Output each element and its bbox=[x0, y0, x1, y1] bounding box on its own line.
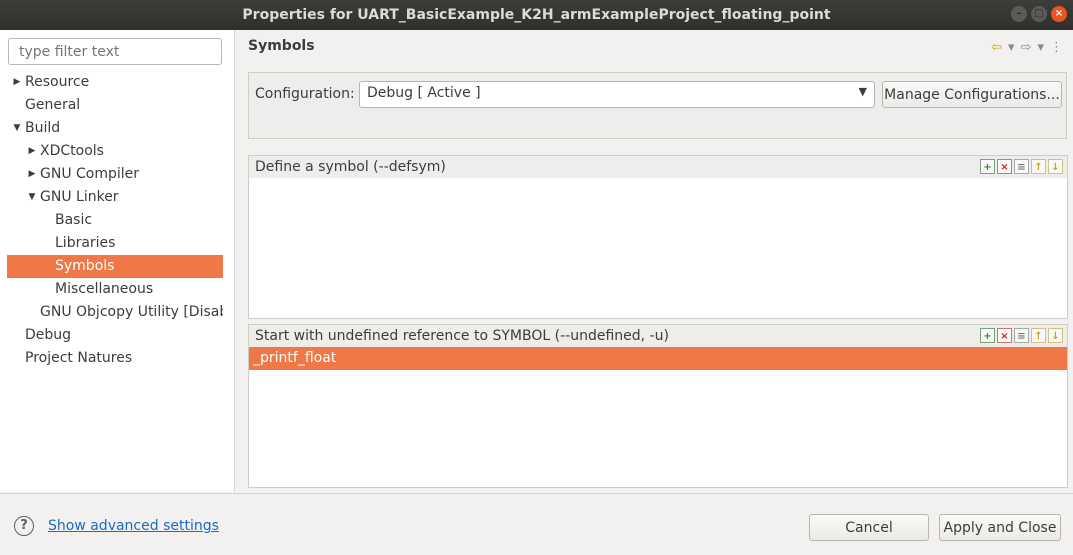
properties-tree: ▶ Resource General ▼ Build ▶ XDCtools ▶ GNU Comp… bbox=[7, 71, 223, 370]
manage-configurations-button[interactable]: Manage Configurations... bbox=[882, 81, 1062, 108]
list-item[interactable]: _printf_float bbox=[249, 347, 1067, 370]
delete-icon[interactable]: × bbox=[997, 159, 1012, 174]
tree-item[interactable]: ▼ Build bbox=[7, 117, 223, 140]
move-up-icon[interactable]: ↑ bbox=[1031, 159, 1046, 174]
add-icon[interactable]: + bbox=[980, 159, 995, 174]
undefined-panel: Start with undefined reference to SYMBOL… bbox=[248, 324, 1068, 488]
configuration-value: Debug [ Active ] bbox=[367, 85, 481, 101]
expand-right-icon[interactable]: ▶ bbox=[11, 71, 23, 94]
page-title: Symbols bbox=[248, 38, 315, 54]
tree-item[interactable]: GNU Objcopy Utility [Disab bbox=[7, 301, 223, 324]
tree-item[interactable]: ▶ XDCtools bbox=[7, 140, 223, 163]
tree-item[interactable]: Basic bbox=[7, 209, 223, 232]
more-options-icon[interactable]: ⋮ bbox=[1050, 40, 1063, 55]
apply-and-close-button[interactable]: Apply and Close bbox=[939, 514, 1061, 541]
window-controls: – □ × bbox=[1011, 6, 1067, 22]
expand-down-icon[interactable]: ▼ bbox=[26, 186, 38, 209]
tree-item[interactable]: Project Natures bbox=[7, 347, 223, 370]
edit-icon[interactable]: ≡ bbox=[1014, 159, 1029, 174]
tree-item-label: General bbox=[25, 97, 81, 113]
undefined-list[interactable]: _printf_float bbox=[249, 347, 1067, 370]
tree-item[interactable]: ▶ GNU Compiler bbox=[7, 163, 223, 186]
tree-item-label: Symbols bbox=[55, 258, 115, 274]
tree-item-label: Project Natures bbox=[25, 350, 133, 366]
back-arrow-icon[interactable]: ⇦ bbox=[991, 40, 1002, 55]
tree-item-label: GNU Objcopy Utility [Disab bbox=[40, 304, 223, 320]
tree-item-label: Debug bbox=[25, 327, 72, 343]
tree-item[interactable]: Symbols bbox=[7, 255, 223, 278]
tree-item[interactable]: ▼ GNU Linker bbox=[7, 186, 223, 209]
tree-item-label: XDCtools bbox=[40, 143, 104, 159]
undefined-header-label: Start with undefined reference to SYMBOL… bbox=[255, 328, 669, 344]
delete-icon[interactable]: × bbox=[997, 328, 1012, 343]
left-pane: ▶ResourceGeneral▼Build▶XDCtools▶GNU Comp… bbox=[0, 30, 235, 492]
back-menu-icon[interactable]: ▾ bbox=[1008, 40, 1015, 55]
close-icon[interactable]: × bbox=[1051, 6, 1067, 22]
maximize-icon[interactable]: □ bbox=[1031, 6, 1047, 22]
filter-input[interactable] bbox=[8, 38, 222, 65]
window-titlebar: Properties for UART_BasicExample_K2H_arm… bbox=[0, 0, 1073, 30]
configuration-label: Configuration: bbox=[255, 86, 355, 102]
defsym-panel: Define a symbol (--defsym) + × ≡ ↑ ↓ bbox=[248, 155, 1068, 319]
tree-item-label: Basic bbox=[55, 212, 93, 228]
defsym-tools: + × ≡ ↑ ↓ bbox=[980, 159, 1063, 174]
expand-right-icon[interactable]: ▶ bbox=[26, 140, 38, 163]
bottom-bar: ? Show advanced settings Cancel Apply an… bbox=[0, 493, 1073, 555]
expand-right-icon[interactable]: ▶ bbox=[26, 163, 38, 186]
cancel-button[interactable]: Cancel bbox=[809, 514, 929, 541]
tree-item-label: Libraries bbox=[55, 235, 116, 251]
show-advanced-settings-link[interactable]: Show advanced settings bbox=[48, 518, 219, 534]
tree-item[interactable]: Libraries bbox=[7, 232, 223, 255]
forward-arrow-icon[interactable]: ⇨ bbox=[1021, 40, 1032, 55]
defsym-header-label: Define a symbol (--defsym) bbox=[255, 159, 446, 175]
tree-item-label: GNU Linker bbox=[40, 189, 119, 205]
forward-menu-icon[interactable]: ▾ bbox=[1037, 40, 1044, 55]
move-up-icon[interactable]: ↑ bbox=[1031, 328, 1046, 343]
defsym-header: Define a symbol (--defsym) + × ≡ ↑ ↓ bbox=[249, 156, 1067, 178]
help-icon[interactable]: ? bbox=[14, 516, 34, 536]
edit-icon[interactable]: ≡ bbox=[1014, 328, 1029, 343]
move-down-icon[interactable]: ↓ bbox=[1048, 328, 1063, 343]
tree-item[interactable]: ▶ Resource bbox=[7, 71, 223, 94]
expand-down-icon[interactable]: ▼ bbox=[11, 117, 23, 140]
configuration-select[interactable]: Debug [ Active ] ▼ bbox=[359, 81, 875, 108]
tree-item-label: GNU Compiler bbox=[40, 166, 140, 182]
minimize-icon[interactable]: – bbox=[1011, 6, 1027, 22]
dropdown-caret-icon: ▼ bbox=[858, 85, 867, 98]
tree-item-label: Miscellaneous bbox=[55, 281, 154, 297]
tree-item[interactable]: General bbox=[7, 94, 223, 117]
undefined-tools: + × ≡ ↑ ↓ bbox=[980, 328, 1063, 343]
move-down-icon[interactable]: ↓ bbox=[1048, 159, 1063, 174]
tree-item-label: Build bbox=[25, 120, 61, 136]
tree-item[interactable]: Miscellaneous bbox=[7, 278, 223, 301]
tree-item[interactable]: Debug bbox=[7, 324, 223, 347]
undefined-header: Start with undefined reference to SYMBOL… bbox=[249, 325, 1067, 347]
tree-item-label: Resource bbox=[25, 74, 90, 90]
add-icon[interactable]: + bbox=[980, 328, 995, 343]
window-title: Properties for UART_BasicExample_K2H_arm… bbox=[242, 7, 831, 23]
nav-toolbar: ⇦ ▾ ⇨ ▾ ⋮ bbox=[991, 40, 1063, 55]
configuration-group: Configuration: Debug [ Active ] ▼ Manage… bbox=[248, 72, 1067, 139]
